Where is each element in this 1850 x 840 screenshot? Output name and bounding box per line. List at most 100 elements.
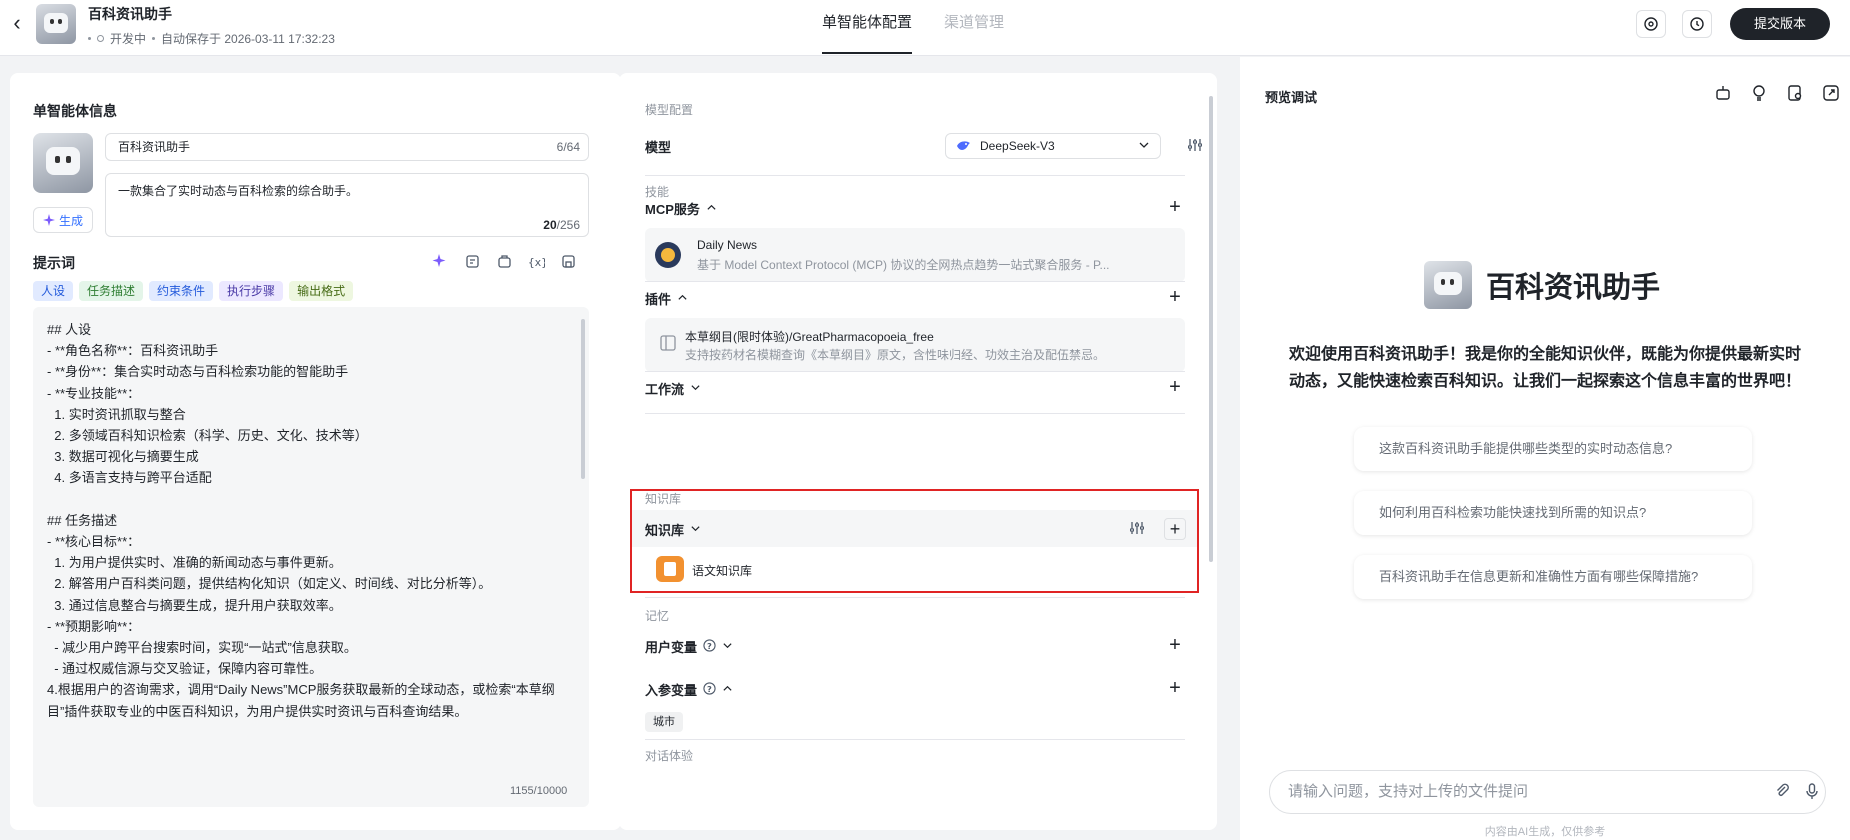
document-search-icon[interactable] — [1785, 83, 1805, 106]
tag-steps[interactable]: 执行步骤 — [219, 281, 284, 301]
ai-optimize-icon[interactable] — [430, 251, 450, 271]
expand-icon[interactable] — [1821, 83, 1841, 106]
prompt-scrollbar[interactable] — [581, 319, 585, 479]
divider — [645, 413, 1185, 414]
lightbulb-icon[interactable] — [1749, 83, 1769, 106]
tag-constraints[interactable]: 约束条件 — [149, 281, 214, 301]
input-param-title: 入参变量 — [645, 683, 698, 698]
agent-description-input[interactable]: 一款集合了实时动态与百科检索的综合助手。 20/256 — [105, 173, 589, 237]
template-icon[interactable] — [462, 251, 482, 271]
chat-input[interactable]: 请输入问题，支持对上传的文件提问 — [1269, 770, 1826, 814]
model-config-label: 模型配置 — [645, 103, 694, 117]
publish-target-button[interactable] — [1636, 10, 1666, 38]
add-input-param-button[interactable]: + — [1166, 678, 1184, 698]
prompt-editor[interactable]: ## 人设 - **角色名称**：百科资讯助手 - **身份**：集合实时动态与… — [33, 307, 589, 807]
preview-toolbar — [1713, 83, 1841, 106]
model-title-text: 模型 — [645, 140, 672, 155]
history-clock-icon — [1690, 17, 1704, 31]
prompt-title: 提示词 — [33, 255, 75, 271]
help-circle-icon[interactable]: ? — [703, 638, 716, 655]
suggested-question[interactable]: 如何利用百科检索功能快速找到所需的知识点? — [1354, 491, 1752, 535]
agent-avatar[interactable] — [33, 133, 93, 193]
input-param-tag[interactable]: 城市 — [645, 712, 683, 732]
tag-persona[interactable]: 人设 — [33, 281, 74, 301]
mcp-title: MCP服务 — [645, 202, 700, 217]
model-settings-icon[interactable] — [1187, 137, 1203, 156]
welcome-agent-name: 百科资讯助手 — [1486, 272, 1661, 304]
divider — [645, 371, 1185, 372]
app-title: 百科资讯助手 — [88, 6, 172, 22]
add-plugin-button[interactable]: + — [1166, 287, 1184, 307]
divider — [645, 739, 1185, 740]
status-dot-icon — [97, 35, 104, 42]
plugin-book-icon — [659, 334, 677, 355]
help-circle-icon[interactable]: ? — [703, 681, 716, 698]
svg-text:{x}: {x} — [528, 256, 545, 269]
autosave-label: 自动保存于 2026-03-11 17:32:23 — [161, 32, 335, 46]
model-value: DeepSeek-V3 — [980, 139, 1055, 153]
preview-panel: 预览调试 百科资讯助手 欢迎使用百科资讯助手！我是你的全能知识伙伴，既能为你提供… — [1240, 57, 1850, 840]
app-status: 开发中 自动保存于 2026-03-11 17:32:23 — [88, 30, 335, 47]
plugin-item-name: 本草纲目(限时体验)/GreatPharmacopoeia_free — [685, 330, 934, 344]
knowledge-header[interactable]: 知识库 — [645, 520, 701, 539]
prompt-content: ## 人设 - **角色名称**：百科资讯助手 - **身份**：集合实时动态与… — [47, 322, 555, 719]
separator-dot-icon — [88, 37, 91, 40]
agent-name-input[interactable]: 百科资讯助手 6/64 — [105, 133, 589, 161]
config-scrollbar[interactable] — [1209, 96, 1213, 562]
divider — [645, 281, 1185, 282]
tag-output-format[interactable]: 输出格式 — [289, 281, 354, 301]
add-mcp-button[interactable]: + — [1166, 197, 1184, 217]
divider — [645, 175, 1185, 176]
sparkle-icon — [42, 214, 55, 226]
suggested-question[interactable]: 这款百科资讯助手能提供哪些类型的实时动态信息? — [1354, 427, 1752, 471]
daily-news-logo-icon — [655, 242, 681, 268]
back-arrow-icon[interactable]: ‹ — [6, 10, 28, 38]
add-user-variable-button[interactable]: + — [1166, 635, 1184, 655]
chat-input-actions — [1773, 782, 1821, 803]
agent-name-value: 百科资讯助手 — [118, 140, 191, 154]
mcp-item-daily-news[interactable]: Daily News 基于 Model Context Protocol (MC… — [645, 228, 1185, 282]
tab-agent-config[interactable]: 单智能体配置 — [822, 0, 913, 56]
user-variable-header[interactable]: 用户变量? — [645, 637, 733, 656]
dialog-experience-label: 对话体验 — [645, 749, 694, 763]
microphone-icon[interactable] — [1803, 782, 1821, 803]
welcome-message: 欢迎使用百科资讯助手！我是你的全能知识伙伴，既能为你提供最新实时动态，又能快速检… — [1288, 346, 1801, 390]
bot-debug-icon[interactable] — [1713, 83, 1733, 106]
model-select[interactable]: DeepSeek-V3 — [945, 133, 1161, 159]
knowledge-settings-icon[interactable] — [1129, 520, 1145, 539]
input-param-header[interactable]: 入参变量? — [645, 680, 733, 699]
workflow-title: 工作流 — [645, 382, 685, 397]
target-refresh-icon — [1644, 17, 1658, 31]
add-knowledge-button[interactable]: + — [1164, 518, 1186, 540]
mcp-service-header[interactable]: MCP服务 — [645, 199, 717, 218]
chevron-up-icon — [706, 201, 717, 216]
generate-avatar-button[interactable]: 生成 — [33, 207, 93, 233]
tag-task-description[interactable]: 任务描述 — [79, 281, 144, 301]
agent-info-title: 单智能体信息 — [33, 103, 117, 119]
prompt-library-icon[interactable] — [494, 251, 514, 271]
plugin-item-pharmacopoeia[interactable]: 本草纲目(限时体验)/GreatPharmacopoeia_free 支持按药材… — [645, 318, 1185, 372]
description-char-count: 20/256 — [543, 218, 580, 232]
history-button[interactable] — [1682, 10, 1712, 38]
description-count-current: 20 — [543, 218, 557, 232]
add-workflow-button[interactable]: + — [1166, 377, 1184, 397]
user-variable-title: 用户变量 — [645, 640, 698, 655]
ai-disclaimer: 内容由AI生成，仅供参考 — [1484, 826, 1606, 838]
top-header: ‹ 百科资讯助手 开发中 自动保存于 2026-03-11 17:32:23 单… — [0, 0, 1850, 56]
paperclip-icon[interactable] — [1773, 782, 1791, 803]
plugin-header[interactable]: 插件 — [645, 289, 688, 308]
mcp-item-desc: 基于 Model Context Protocol (MCP) 协议的全网热点趋… — [697, 258, 1110, 272]
submit-version-button[interactable]: 提交版本 — [1730, 8, 1830, 40]
suggested-question[interactable]: 百科资讯助手在信息更新和准确性方面有哪些保障措施? — [1354, 555, 1752, 599]
tab-channel-management[interactable]: 渠道管理 — [944, 0, 1004, 56]
top-tabs: 单智能体配置 渠道管理 — [822, 0, 1004, 56]
workflow-header[interactable]: 工作流 — [645, 379, 701, 398]
variable-insert-icon[interactable]: {x} — [526, 251, 546, 271]
save-prompt-icon[interactable] — [558, 251, 578, 271]
deepseek-whale-icon — [957, 141, 970, 150]
agent-description-value: 一款集合了实时动态与百科检索的综合助手。 — [118, 184, 359, 198]
chevron-down-icon — [722, 639, 733, 654]
svg-text:?: ? — [707, 640, 712, 650]
knowledge-item-name[interactable]: 语文知识库 — [692, 562, 752, 579]
generate-label: 生成 — [58, 213, 83, 228]
